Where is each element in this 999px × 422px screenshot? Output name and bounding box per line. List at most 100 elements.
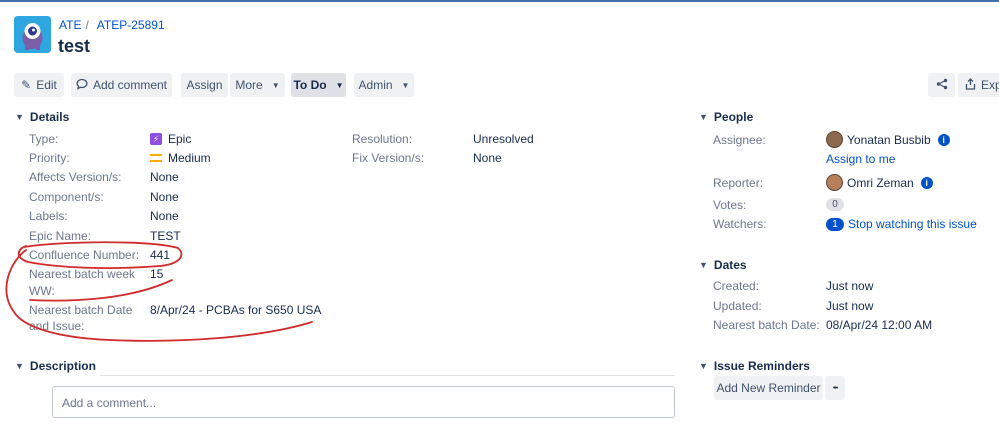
labels-value: None xyxy=(150,209,179,223)
component-value: None xyxy=(150,190,179,204)
edit-button[interactable]: ✎ Edit xyxy=(14,73,64,97)
assignee-value[interactable]: Yonatan Busbib i xyxy=(826,131,950,148)
admin-dropdown-label: Admin xyxy=(358,78,393,92)
status-dropdown-label: To Do xyxy=(293,78,327,92)
share-icon xyxy=(936,78,948,93)
nearest-batch-date-value: 08/Apr/24 12:00 AM xyxy=(826,318,933,332)
batch-date-label-line2: and Issue: xyxy=(29,319,85,333)
chevron-down-icon: ▼ xyxy=(699,112,708,122)
resolution-value: Unresolved xyxy=(473,132,534,146)
comment-icon xyxy=(76,78,88,93)
chevron-down-icon: ▼ xyxy=(15,112,24,122)
admin-dropdown[interactable]: Admin ▼ xyxy=(354,73,414,97)
reminder-more-button[interactable]: ••• xyxy=(825,376,845,400)
epic-icon: ⚡ xyxy=(150,133,162,145)
details-section-toggle[interactable]: ▼ Details xyxy=(15,110,69,124)
export-button[interactable]: Exp xyxy=(958,73,999,97)
people-section-toggle[interactable]: ▼ People xyxy=(699,110,753,124)
priority-label: Priority: xyxy=(29,151,70,165)
breadcrumb-issue-link[interactable]: ATEP-25891 xyxy=(97,18,165,32)
more-dots-icon: ••• xyxy=(832,384,838,392)
more-dropdown-label: More xyxy=(235,78,263,92)
batch-week-label-line2: WW: xyxy=(29,284,55,298)
pencil-icon: ✎ xyxy=(21,78,32,92)
priority-medium-icon xyxy=(150,154,162,162)
reporter-name[interactable]: Omri Zeman xyxy=(847,175,914,191)
updated-label: Updated: xyxy=(713,299,762,313)
affects-version-value: None xyxy=(150,170,179,184)
description-section-toggle[interactable]: ▼ Description xyxy=(15,359,96,373)
priority-value: Medium xyxy=(150,150,211,166)
add-comment-label: Add comment xyxy=(92,78,168,92)
info-icon[interactable]: i xyxy=(920,176,933,189)
batch-date-label-line1: Nearest batch Date xyxy=(29,303,133,317)
confluence-number-value: 441 xyxy=(150,248,171,262)
issue-title[interactable]: test xyxy=(58,36,90,57)
type-value: ⚡ Epic xyxy=(150,131,191,147)
fix-version-value: None xyxy=(473,151,502,165)
info-icon[interactable]: i xyxy=(937,133,950,146)
component-label: Component/s: xyxy=(29,190,104,204)
epic-name-value: TEST xyxy=(150,229,181,243)
batch-week-value: 15 xyxy=(150,267,164,281)
epic-name-label: Epic Name: xyxy=(29,229,92,243)
type-label: Type: xyxy=(29,132,59,146)
votes-count-badge[interactable]: 0 xyxy=(826,198,844,211)
add-comment-input[interactable]: Add a comment... xyxy=(52,386,675,418)
watchers-label: Watchers: xyxy=(713,217,767,231)
assign-to-me-link[interactable]: Assign to me xyxy=(826,151,895,167)
updated-value: Just now xyxy=(826,299,874,313)
edit-button-label: Edit xyxy=(36,78,57,92)
chevron-down-icon: ▼ xyxy=(335,80,344,90)
comment-placeholder: Add a comment... xyxy=(62,396,157,410)
priority-value-text: Medium xyxy=(168,151,211,165)
batch-week-label-line1: Nearest batch week xyxy=(29,267,136,281)
export-icon xyxy=(965,77,976,93)
votes-value[interactable]: 0 xyxy=(826,198,844,211)
description-divider xyxy=(100,375,675,376)
issue-reminders-section-toggle[interactable]: ▼ Issue Reminders xyxy=(699,359,810,373)
assignee-name[interactable]: Yonatan Busbib xyxy=(847,132,931,148)
affects-version-label: Affects Version/s: xyxy=(29,170,122,184)
add-comment-button[interactable]: Add comment xyxy=(71,73,172,97)
dates-heading: Dates xyxy=(713,258,747,272)
chevron-down-icon: ▼ xyxy=(271,80,280,90)
add-new-reminder-label: Add New Reminder xyxy=(716,381,821,395)
assignee-label: Assignee: xyxy=(713,133,766,147)
breadcrumb-separator: / xyxy=(85,18,89,32)
nearest-batch-date-label: Nearest batch Date: xyxy=(713,318,820,332)
more-dropdown[interactable]: More ▼ xyxy=(230,73,285,97)
resolution-label: Resolution: xyxy=(352,132,413,146)
created-label: Created: xyxy=(713,279,760,293)
reporter-avatar xyxy=(826,174,843,191)
fix-version-label: Fix Version/s: xyxy=(352,151,425,165)
chevron-down-icon: ▼ xyxy=(15,361,24,371)
assign-button[interactable]: Assign xyxy=(181,73,228,97)
share-button[interactable] xyxy=(928,73,955,97)
created-value: Just now xyxy=(826,279,874,293)
batch-date-value: 8/Apr/24 - PCBAs for S650 USA xyxy=(150,303,322,317)
breadcrumb-project-link[interactable]: ATE xyxy=(59,18,81,32)
description-heading: Description xyxy=(29,359,96,373)
add-new-reminder-button[interactable]: Add New Reminder xyxy=(714,376,823,400)
chevron-down-icon: ▼ xyxy=(699,361,708,371)
project-avatar-icon[interactable] xyxy=(14,16,51,53)
type-value-text: Epic xyxy=(168,132,192,146)
watchers-count-badge[interactable]: 1 xyxy=(826,217,844,231)
breadcrumb: ATE / ATEP-25891 xyxy=(59,18,165,32)
dates-section-toggle[interactable]: ▼ Dates xyxy=(699,258,747,272)
reporter-value[interactable]: Omri Zeman i xyxy=(826,174,933,191)
watchers-value: 1 Stop watching this issue xyxy=(826,216,977,232)
status-dropdown[interactable]: To Do ▼ xyxy=(291,73,346,97)
assign-button-label: Assign xyxy=(186,78,223,92)
export-button-label: Exp xyxy=(981,78,999,92)
chevron-down-icon: ▼ xyxy=(401,80,410,90)
details-heading: Details xyxy=(29,110,70,124)
issue-reminders-heading: Issue Reminders xyxy=(713,359,810,373)
labels-label: Labels: xyxy=(29,209,68,223)
votes-label: Votes: xyxy=(713,198,747,212)
top-border xyxy=(0,0,999,2)
confluence-number-label: Confluence Number: xyxy=(29,248,140,262)
chevron-down-icon: ▼ xyxy=(699,260,708,270)
stop-watching-link[interactable]: Stop watching this issue xyxy=(848,216,977,232)
